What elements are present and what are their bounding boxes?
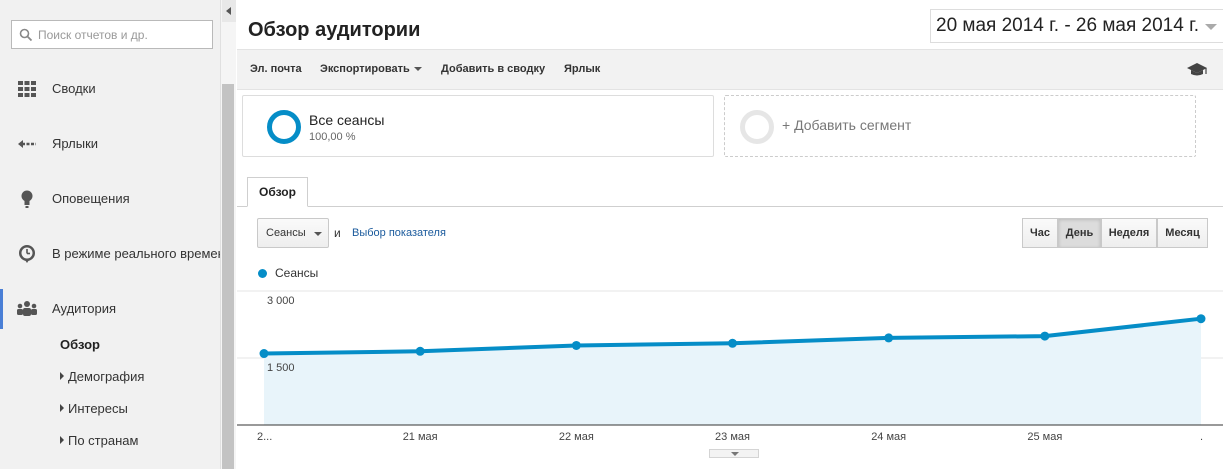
granularity-label: Неделя xyxy=(1108,227,1150,239)
expand-arrow-icon xyxy=(60,436,64,444)
pick-metric-link[interactable]: Выбор показателя xyxy=(352,227,446,239)
segment-ring-icon xyxy=(740,110,774,144)
clock-icon xyxy=(19,245,35,263)
sidebar-item-label: Ярлыки xyxy=(52,136,99,151)
date-range-picker[interactable]: 20 мая 2014 г. - 26 мая 2014 г. xyxy=(930,9,1223,43)
chevron-down-icon xyxy=(413,67,422,71)
chevron-down-icon xyxy=(1205,24,1217,30)
search-placeholder: Поиск отчетов и др. xyxy=(38,28,148,42)
data-point xyxy=(728,338,737,348)
metric-select-value: Сеансы xyxy=(266,227,306,239)
sidebar-subitem-demographics[interactable]: Демография xyxy=(60,369,144,384)
sidebar-item-shortcuts[interactable]: Ярлыки xyxy=(0,124,220,164)
x-tick-label: . xyxy=(1200,431,1203,443)
granularity-day-button[interactable]: День xyxy=(1058,218,1101,248)
data-point xyxy=(259,349,269,359)
chevron-down-icon xyxy=(731,452,739,456)
x-tick-label: 23 мая xyxy=(715,431,750,443)
x-tick-label: 24 мая xyxy=(871,431,906,443)
tab-label: Обзор xyxy=(259,185,296,199)
segment-percent: 100,00 % xyxy=(309,131,356,143)
search-input[interactable]: Поиск отчетов и др. xyxy=(11,20,213,49)
expand-arrow-icon xyxy=(60,404,64,412)
x-tick-label: 2... xyxy=(257,431,272,443)
tab-overview[interactable]: Обзор xyxy=(247,177,308,207)
grid-icon xyxy=(18,81,36,97)
data-point xyxy=(571,340,581,350)
y-tick-label: 3 000 xyxy=(267,295,295,307)
chevron-left-icon xyxy=(226,7,231,15)
x-tick-label: 25 мая xyxy=(1027,431,1062,443)
y-tick-label: 1 500 xyxy=(267,362,295,374)
sessions-chart: 3 000 1 500 2... 21 мая 22 мая 23 мая 24 мая 25… xyxy=(237,290,1223,443)
granularity-month-button[interactable]: Месяц xyxy=(1157,218,1208,248)
sidebar-item-alerts[interactable]: Оповещения xyxy=(0,179,220,219)
lightbulb-icon xyxy=(21,190,33,208)
sidebar-item-label: Оповещения xyxy=(52,191,130,206)
sidebar-subitem-overview[interactable]: Обзор xyxy=(60,337,100,352)
sidebar-subitem-label: По странам xyxy=(68,433,139,448)
legend-marker xyxy=(258,269,267,278)
legend-label: Сеансы xyxy=(275,266,319,280)
date-range-text: 20 мая 2014 г. - 26 мая 2014 г. xyxy=(936,15,1199,36)
granularity-label: День xyxy=(1065,227,1094,239)
data-point xyxy=(415,346,425,356)
people-icon xyxy=(17,301,37,316)
sidebar-item-label: Аудитория xyxy=(52,301,117,316)
sidebar: Поиск отчетов и др. Сводки Ярлыки Оповещ… xyxy=(0,0,220,469)
sidebar-item-realtime[interactable]: В режиме реального времени xyxy=(0,234,220,274)
add-segment-button[interactable]: + Добавить сегмент xyxy=(724,95,1196,157)
search-icon xyxy=(19,28,33,42)
expand-arrow-icon xyxy=(60,372,64,380)
sidebar-item-dashboards[interactable]: Сводки xyxy=(0,69,220,109)
sidebar-subitem-label: Интересы xyxy=(68,401,128,416)
x-tick-label: 22 мая xyxy=(559,431,594,443)
x-tick-label: 21 мая xyxy=(403,431,438,443)
sidebar-subitem-label: Обзор xyxy=(60,337,100,352)
tabs-divider xyxy=(237,206,1223,207)
sidebar-subitem-label: Демография xyxy=(68,369,145,384)
collapse-sidebar-button[interactable] xyxy=(222,0,236,22)
segment-name: Все сеансы xyxy=(309,112,385,128)
add-segment-label: + Добавить сегмент xyxy=(782,117,912,133)
shortcut-button[interactable]: Ярлык xyxy=(564,63,600,75)
sidebar-subitem-interests[interactable]: Интересы xyxy=(60,401,128,416)
granularity-label: Месяц xyxy=(1165,227,1200,239)
granularity-week-button[interactable]: Неделя xyxy=(1101,218,1157,248)
data-point xyxy=(1040,331,1050,341)
sidebar-subitem-geo[interactable]: По странам xyxy=(60,433,138,448)
report-toolbar: Эл. почта Экспортировать Добавить в свод… xyxy=(237,49,1223,90)
sidebar-item-audience[interactable]: Аудитория xyxy=(0,289,220,329)
metric-select[interactable]: Сеансы xyxy=(257,218,329,248)
granularity-hour-button[interactable]: Час xyxy=(1022,218,1058,248)
export-label: Экспортировать xyxy=(320,63,410,75)
shortcut-arrow-icon xyxy=(18,140,36,148)
sidebar-item-label: В режиме реального времени xyxy=(52,246,220,261)
export-button[interactable]: Экспортировать xyxy=(320,63,422,75)
page-title: Обзор аудитории xyxy=(248,19,421,41)
granularity-label: Час xyxy=(1030,227,1050,239)
sidebar-scroll-thumb[interactable] xyxy=(222,84,234,469)
sidebar-item-label: Сводки xyxy=(52,81,96,96)
data-point xyxy=(1196,314,1206,324)
main-content: Обзор аудитории 20 мая 2014 г. - 26 мая … xyxy=(237,0,1223,469)
add-to-dashboard-button[interactable]: Добавить в сводку xyxy=(441,63,545,75)
segment-ring-icon xyxy=(267,110,301,144)
chevron-down-icon xyxy=(314,232,322,236)
chart-expand-handle[interactable] xyxy=(709,449,759,458)
data-point xyxy=(884,333,894,343)
segment-all-sessions[interactable]: Все сеансы 100,00 % xyxy=(242,95,714,157)
email-button[interactable]: Эл. почта xyxy=(250,63,302,75)
and-text: и xyxy=(334,226,341,240)
graduation-cap-icon[interactable] xyxy=(1186,61,1208,77)
